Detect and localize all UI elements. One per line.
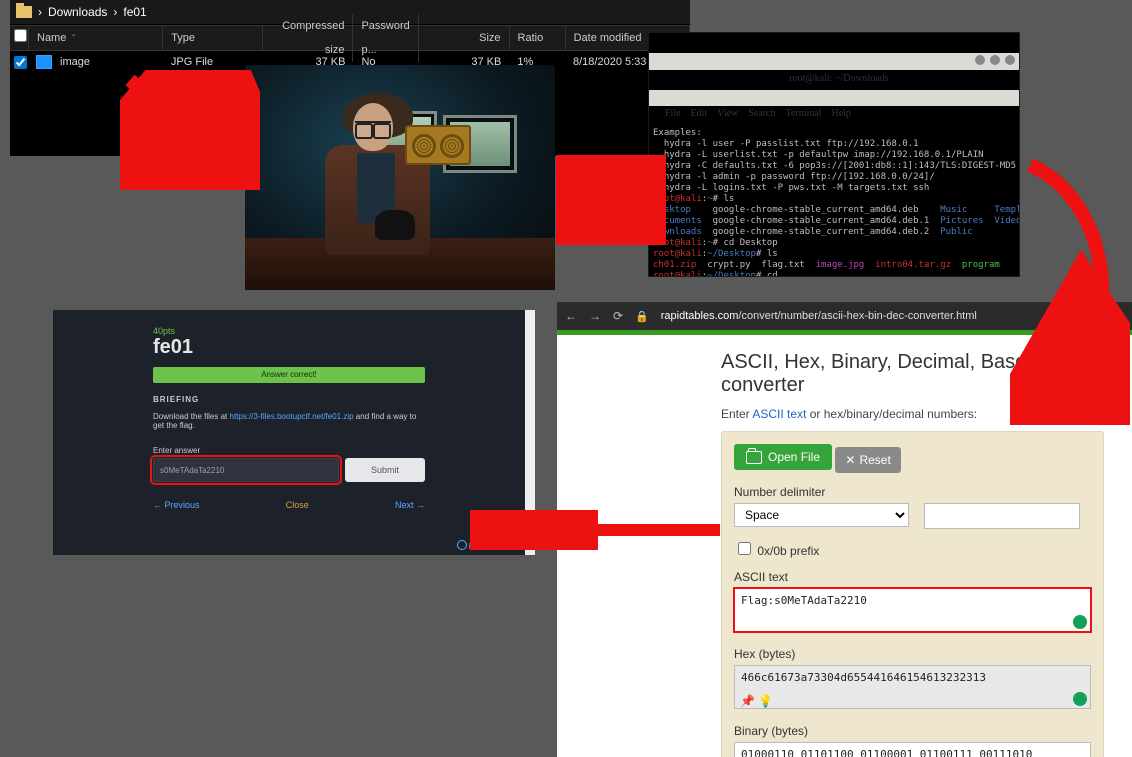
bin-label: Binary (bytes) bbox=[734, 724, 1091, 738]
menu-file[interactable]: File bbox=[665, 108, 681, 119]
col-compressed-size[interactable]: Compressed size bbox=[263, 14, 353, 62]
ascii-textarea[interactable]: Flag:s0MeTAdaTa2210 bbox=[734, 588, 1091, 632]
menu-view[interactable]: View bbox=[717, 108, 738, 119]
folder-open-icon bbox=[746, 451, 762, 464]
submit-button[interactable]: Submit bbox=[345, 458, 425, 482]
minimize-icon bbox=[975, 55, 985, 65]
col-type[interactable]: Type bbox=[163, 26, 263, 50]
copy-icon[interactable] bbox=[1073, 692, 1087, 706]
menu-search[interactable]: Search bbox=[748, 108, 775, 119]
url-text[interactable]: rapidtables.com/convert/number/ascii-hex… bbox=[661, 310, 977, 322]
close-icon bbox=[1005, 55, 1015, 65]
prefix-checkbox[interactable] bbox=[738, 542, 751, 555]
col-ratio[interactable]: Ratio bbox=[510, 26, 566, 50]
challenge-title: fe01 bbox=[153, 336, 425, 359]
file-name: image bbox=[60, 56, 90, 68]
prefix-label: 0x/0b prefix bbox=[757, 544, 819, 558]
image-preview bbox=[245, 65, 555, 290]
menu-edit[interactable]: Edit bbox=[691, 108, 708, 119]
terminal-window: root@kali: ~/Downloads File Edit View Searc… bbox=[648, 32, 1020, 277]
address-bar: ← → ⟳ 🔒 rapidtables.com/convert/number/a… bbox=[557, 302, 1132, 330]
reload-button[interactable]: ⟳ bbox=[613, 309, 623, 323]
briefing-text: Download the files at https://3-files.bo… bbox=[153, 412, 425, 430]
copy-icon[interactable] bbox=[1073, 615, 1087, 629]
window-controls[interactable] bbox=[975, 55, 1015, 65]
maximize-icon bbox=[990, 55, 1000, 65]
image-file-icon bbox=[36, 55, 52, 69]
folder-icon bbox=[16, 6, 32, 18]
breadcrumb-seg[interactable]: Downloads bbox=[48, 0, 107, 24]
binary-textarea[interactable]: 01000110 01101100 01100001 01100111 0011… bbox=[734, 742, 1091, 757]
delimiter-label: Number delimiter bbox=[734, 485, 1091, 499]
ascii-link[interactable]: ASCII text bbox=[752, 407, 806, 421]
x-icon: ✕ bbox=[845, 453, 855, 467]
window-title: root@kali: ~/Downloads bbox=[649, 53, 1019, 70]
row-checkbox[interactable] bbox=[14, 56, 27, 69]
points-label: 40pts bbox=[153, 326, 425, 336]
page-title: ASCII, Hex, Binary, Decimal, Base64 conv… bbox=[721, 351, 1104, 397]
breadcrumb-seg[interactable]: fe01 bbox=[123, 0, 146, 24]
download-link[interactable]: https://3-files.bootupctf.net/fe01.zip bbox=[230, 412, 354, 421]
converter-panel: Open File ✕Reset Number delimiter Space … bbox=[721, 431, 1104, 757]
sort-caret-icon: ⌃ bbox=[70, 26, 77, 50]
forward-button[interactable]: → bbox=[589, 309, 601, 323]
back-button[interactable]: ← bbox=[565, 309, 577, 323]
prev-link[interactable]: ← Previous bbox=[153, 500, 200, 510]
close-link[interactable]: Close bbox=[286, 500, 309, 510]
checkbox-header[interactable] bbox=[10, 26, 29, 51]
user-icon bbox=[457, 540, 467, 550]
person bbox=[305, 95, 435, 270]
pin-icon[interactable]: 📌 bbox=[740, 694, 755, 708]
delimiter-select[interactable]: Space bbox=[734, 503, 909, 527]
user-badge[interactable]: NishaPMcD bbox=[457, 539, 511, 551]
hex-label: Hex (bytes) bbox=[734, 647, 1091, 661]
answer-label: Enter answer bbox=[153, 446, 200, 455]
hint-text: Enter ASCII text or hex/binary/decimal n… bbox=[721, 407, 1104, 421]
hex-textarea[interactable]: 466c61673a73304d655441646154613232313 bbox=[734, 665, 1091, 709]
answer-input[interactable] bbox=[153, 458, 339, 482]
menu-terminal[interactable]: Terminal bbox=[786, 108, 822, 119]
arrow-icon: › bbox=[38, 0, 42, 24]
delimiter-custom-input[interactable] bbox=[924, 503, 1080, 529]
arrow-icon: › bbox=[113, 0, 117, 24]
status-badge: Answer correct! bbox=[153, 367, 425, 383]
col-password[interactable]: Password p... bbox=[353, 14, 419, 62]
boombox-icon bbox=[405, 125, 471, 165]
open-file-button[interactable]: Open File bbox=[734, 444, 832, 470]
bulb-icon[interactable]: 💡 bbox=[758, 694, 773, 708]
browser-window: ← → ⟳ 🔒 rapidtables.com/convert/number/a… bbox=[557, 302, 1132, 757]
lock-icon: 🔒 bbox=[635, 310, 649, 323]
briefing-header: BRIEFING bbox=[153, 395, 425, 404]
col-size[interactable]: Size bbox=[419, 26, 509, 50]
next-link[interactable]: Next → bbox=[395, 500, 425, 510]
terminal-output[interactable]: Examples: hydra -l user -P passlist.txt … bbox=[649, 126, 1019, 277]
column-headers: Name⌃ Type Compressed size Password p...… bbox=[10, 25, 690, 51]
ctf-panel: 40pts fe01 Answer correct! BRIEFING Down… bbox=[53, 310, 535, 555]
reset-button[interactable]: ✕Reset bbox=[835, 447, 900, 473]
col-name[interactable]: Name⌃ bbox=[29, 26, 163, 50]
ascii-label: ASCII text bbox=[734, 570, 1091, 584]
